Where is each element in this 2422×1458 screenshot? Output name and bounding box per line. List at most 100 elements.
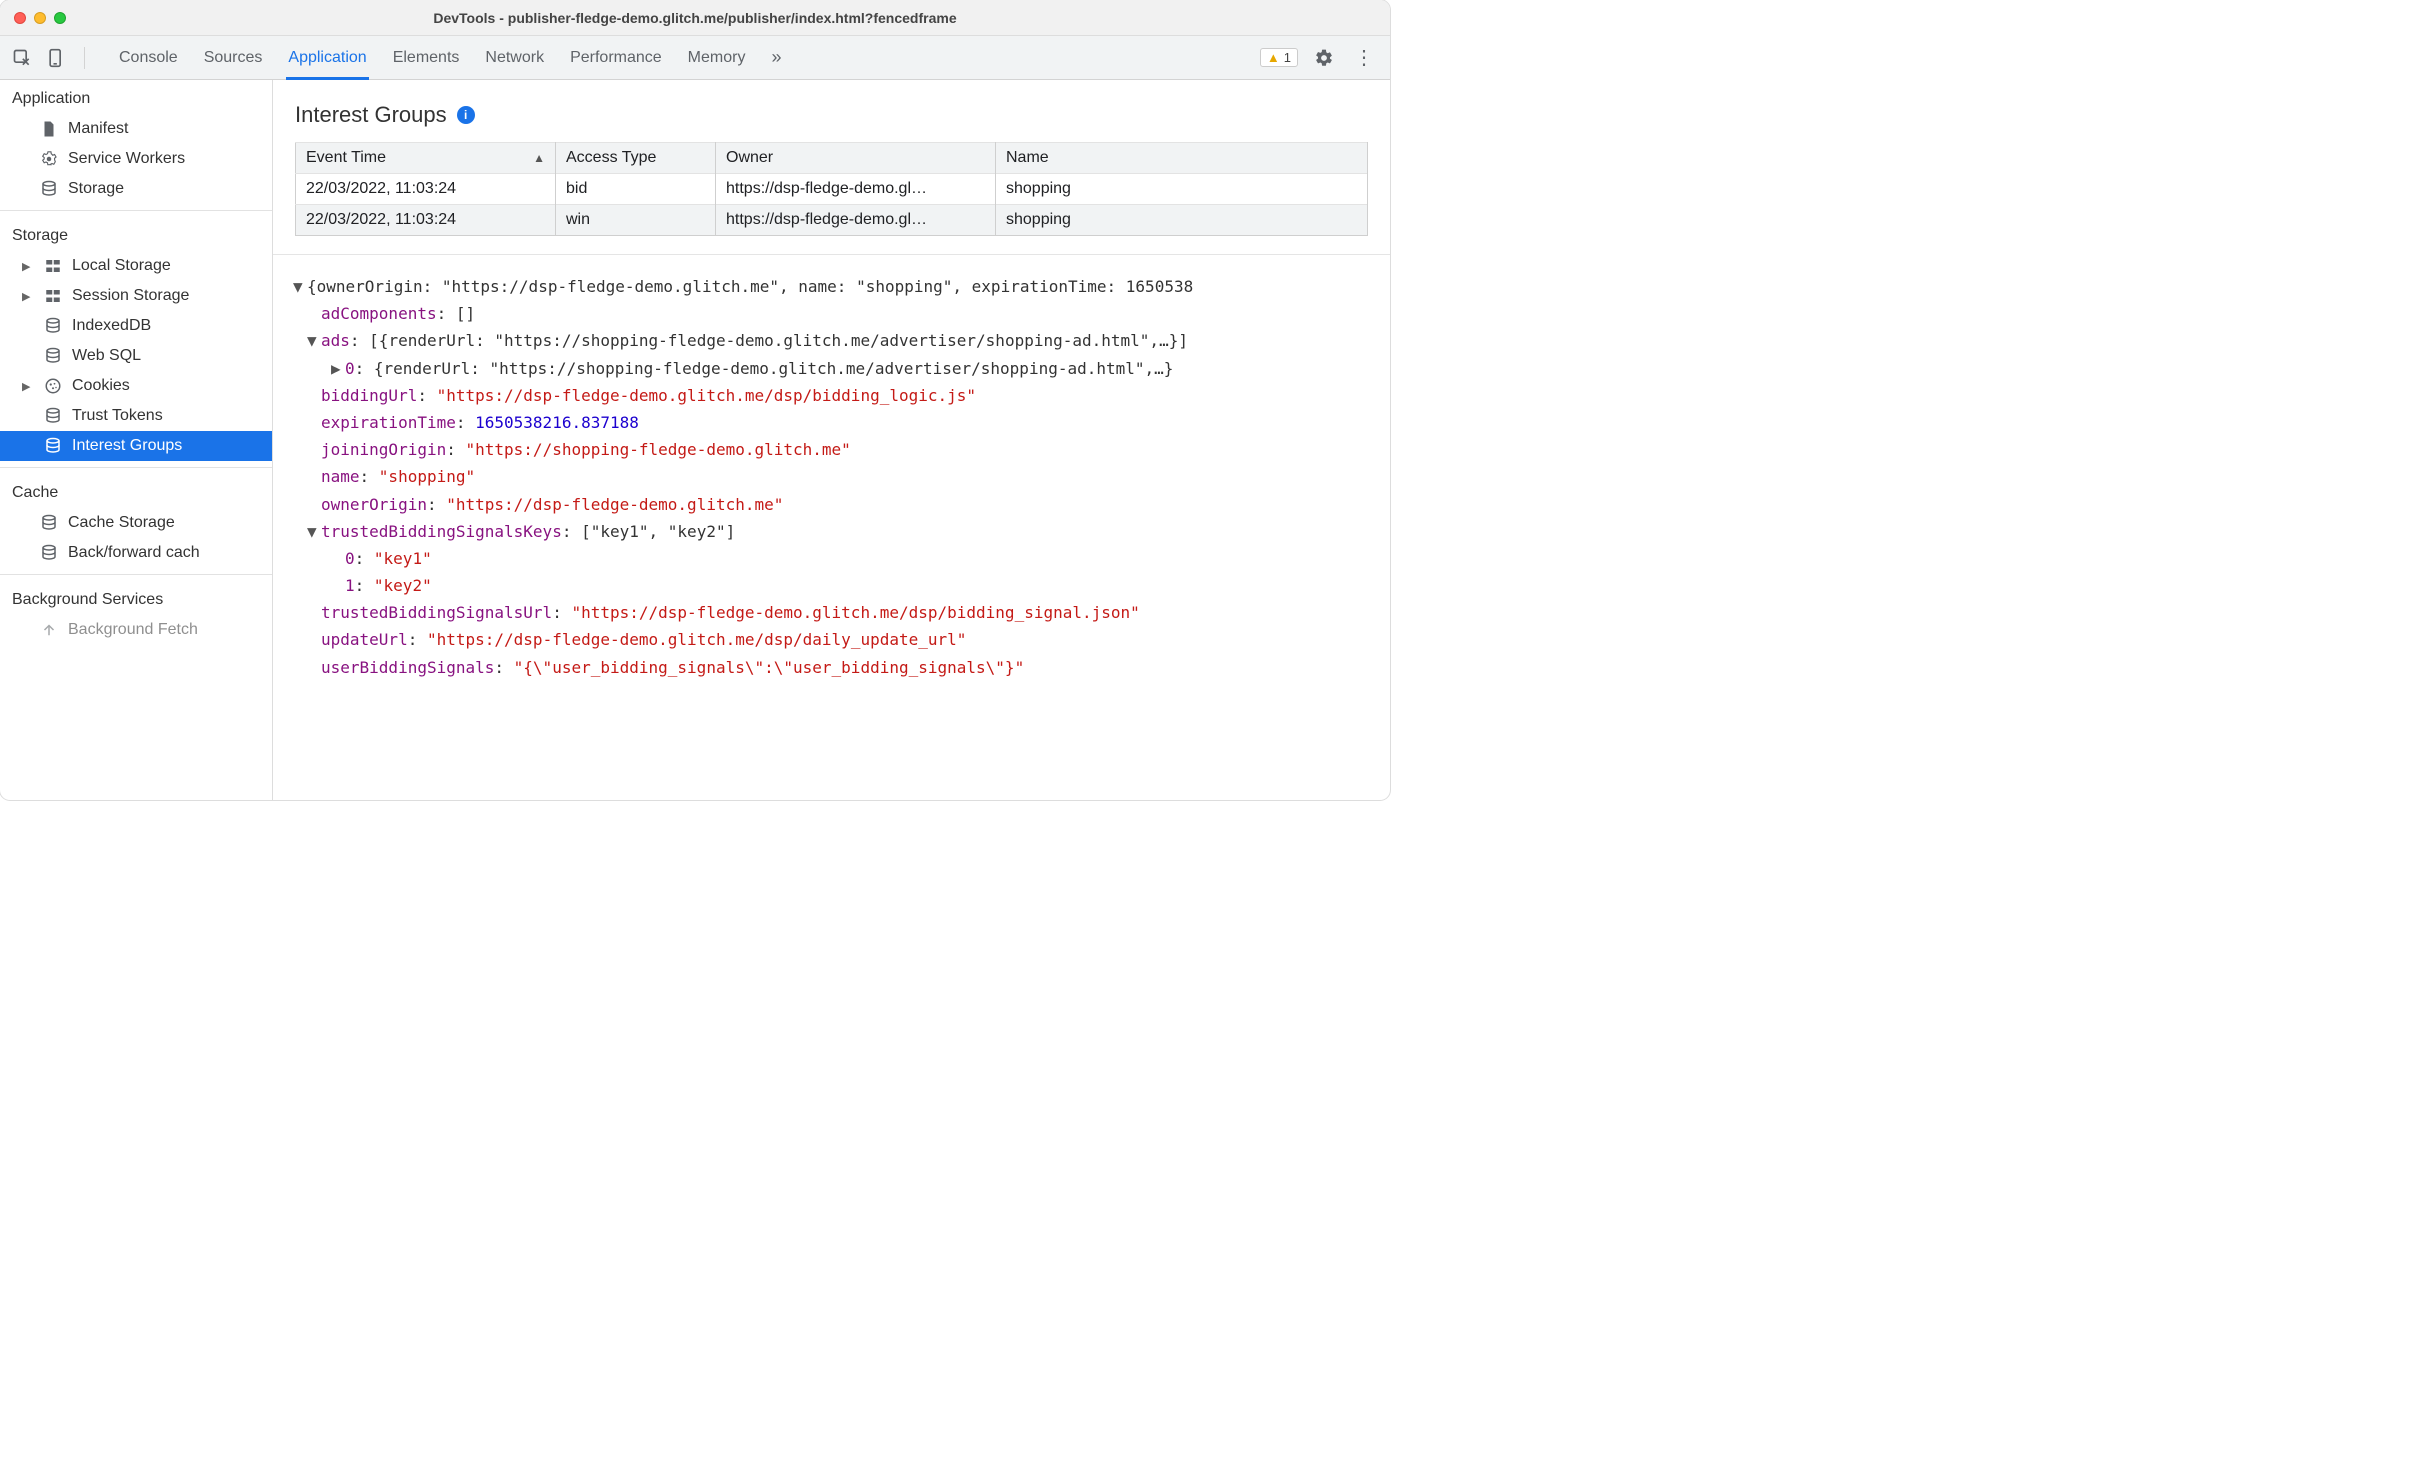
- toolbar-right: ▲ 1 ⋮: [1260, 44, 1378, 72]
- cell-time: 22/03/2022, 11:03:24: [296, 174, 556, 205]
- sidebar-item-service-workers[interactable]: Service Workers: [0, 144, 272, 174]
- tab-network[interactable]: Network: [483, 36, 546, 79]
- database-icon: [44, 407, 62, 425]
- toolbar-separator: [84, 47, 85, 69]
- database-icon: [40, 544, 58, 562]
- cell-owner: https://dsp-fledge-demo.gl…: [716, 174, 996, 205]
- content-area: Application Manifest Service Workers Sto…: [0, 80, 1390, 800]
- info-icon[interactable]: i: [457, 106, 475, 124]
- table-header-row: Event Time▲ Access Type Owner Name: [296, 143, 1368, 174]
- sidebar-item-session-storage[interactable]: ▶ Session Storage: [0, 281, 272, 311]
- window-title: DevTools - publisher-fledge-demo.glitch.…: [0, 10, 1390, 26]
- expand-caret-icon[interactable]: ▶: [22, 260, 34, 273]
- table-row[interactable]: 22/03/2022, 11:03:24 bid https://dsp-fle…: [296, 174, 1368, 205]
- sidebar-section-cache: Cache: [0, 474, 272, 508]
- sidebar-item-label: Web SQL: [72, 347, 141, 365]
- table-icon: [44, 257, 62, 275]
- sidebar-item-label: Interest Groups: [72, 437, 182, 455]
- settings-icon[interactable]: [1310, 44, 1338, 72]
- database-icon: [44, 317, 62, 335]
- sidebar-divider: [0, 210, 272, 211]
- cell-time: 22/03/2022, 11:03:24: [296, 205, 556, 236]
- col-event-time[interactable]: Event Time▲: [296, 143, 556, 174]
- more-tabs-button[interactable]: »: [769, 36, 783, 79]
- tab-application[interactable]: Application: [286, 36, 368, 79]
- page-title: Interest Groups: [295, 102, 447, 128]
- sidebar-item-label: Storage: [68, 180, 124, 198]
- sidebar-divider: [0, 574, 272, 575]
- sidebar-item-cookies[interactable]: ▶ Cookies: [0, 371, 272, 401]
- sidebar-item-interest-groups[interactable]: Interest Groups: [0, 431, 272, 461]
- cell-access: bid: [556, 174, 716, 205]
- events-table-wrap: Event Time▲ Access Type Owner Name 22/03…: [273, 142, 1390, 236]
- sidebar-item-cache-storage[interactable]: Cache Storage: [0, 508, 272, 538]
- collapse-toggle-icon[interactable]: ▼: [307, 518, 321, 545]
- warning-icon: ▲: [1267, 50, 1280, 65]
- col-owner[interactable]: Owner: [716, 143, 996, 174]
- cell-owner: https://dsp-fledge-demo.gl…: [716, 205, 996, 236]
- database-icon: [40, 514, 58, 532]
- sidebar-item-background-fetch[interactable]: Background Fetch: [0, 615, 272, 645]
- tab-memory[interactable]: Memory: [686, 36, 748, 79]
- tab-elements[interactable]: Elements: [391, 36, 462, 79]
- file-icon: [40, 120, 58, 138]
- col-name[interactable]: Name: [996, 143, 1368, 174]
- sidebar-item-label: Background Fetch: [68, 621, 198, 639]
- warning-count: 1: [1284, 50, 1291, 65]
- gear-icon: [40, 150, 58, 168]
- toolbar: Console Sources Application Elements Net…: [0, 36, 1390, 80]
- sidebar-item-label: Cache Storage: [68, 514, 175, 532]
- sidebar-item-label: Manifest: [68, 120, 128, 138]
- sidebar-item-label: Service Workers: [68, 150, 185, 168]
- sidebar-item-label: Session Storage: [72, 287, 189, 305]
- sidebar-item-label: Local Storage: [72, 257, 171, 275]
- sidebar-item-label: Trust Tokens: [72, 407, 163, 425]
- database-icon: [40, 180, 58, 198]
- titlebar: DevTools - publisher-fledge-demo.glitch.…: [0, 0, 1390, 36]
- tab-performance[interactable]: Performance: [568, 36, 664, 79]
- database-icon: [44, 347, 62, 365]
- expand-toggle-icon[interactable]: ▶: [331, 355, 345, 382]
- expand-caret-icon[interactable]: ▶: [22, 380, 34, 393]
- cookie-icon: [44, 377, 62, 395]
- panel-tabs: Console Sources Application Elements Net…: [117, 36, 1254, 79]
- cell-name: shopping: [996, 174, 1368, 205]
- expand-caret-icon[interactable]: ▶: [22, 290, 34, 303]
- collapse-toggle-icon[interactable]: ▼: [293, 273, 307, 300]
- collapse-toggle-icon[interactable]: ▼: [307, 327, 321, 354]
- json-viewer[interactable]: ▼{ownerOrigin: "https://dsp-fledge-demo.…: [273, 254, 1390, 699]
- events-table: Event Time▲ Access Type Owner Name 22/03…: [295, 142, 1368, 236]
- tab-sources[interactable]: Sources: [202, 36, 265, 79]
- database-icon: [44, 437, 62, 455]
- sidebar-item-manifest[interactable]: Manifest: [0, 114, 272, 144]
- tab-console[interactable]: Console: [117, 36, 180, 79]
- device-toolbar-icon[interactable]: [42, 44, 70, 72]
- sidebar-item-bfcache[interactable]: Back/forward cach: [0, 538, 272, 568]
- inspect-element-icon[interactable]: [8, 44, 36, 72]
- sidebar-item-websql[interactable]: Web SQL: [0, 341, 272, 371]
- main-header: Interest Groups i: [273, 80, 1390, 142]
- sidebar-section-background: Background Services: [0, 581, 272, 615]
- cell-access: win: [556, 205, 716, 236]
- sidebar-item-trust-tokens[interactable]: Trust Tokens: [0, 401, 272, 431]
- col-access-type[interactable]: Access Type: [556, 143, 716, 174]
- kebab-menu-icon[interactable]: ⋮: [1350, 45, 1378, 70]
- devtools-window: DevTools - publisher-fledge-demo.glitch.…: [0, 0, 1390, 800]
- table-row[interactable]: 22/03/2022, 11:03:24 win https://dsp-fle…: [296, 205, 1368, 236]
- main-panel: Interest Groups i Event Time▲ Access Typ…: [273, 80, 1390, 800]
- warnings-badge[interactable]: ▲ 1: [1260, 48, 1298, 67]
- cell-name: shopping: [996, 205, 1368, 236]
- sidebar-item-storage-overview[interactable]: Storage: [0, 174, 272, 204]
- upload-icon: [40, 621, 58, 639]
- sort-asc-icon: ▲: [533, 151, 545, 165]
- sidebar-item-label: Back/forward cach: [68, 544, 200, 562]
- sidebar-item-indexeddb[interactable]: IndexedDB: [0, 311, 272, 341]
- sidebar-item-label: IndexedDB: [72, 317, 151, 335]
- sidebar-divider: [0, 467, 272, 468]
- table-icon: [44, 287, 62, 305]
- sidebar-section-storage: Storage: [0, 217, 272, 251]
- sidebar-item-local-storage[interactable]: ▶ Local Storage: [0, 251, 272, 281]
- sidebar: Application Manifest Service Workers Sto…: [0, 80, 273, 800]
- sidebar-section-application: Application: [0, 80, 272, 114]
- sidebar-item-label: Cookies: [72, 377, 130, 395]
